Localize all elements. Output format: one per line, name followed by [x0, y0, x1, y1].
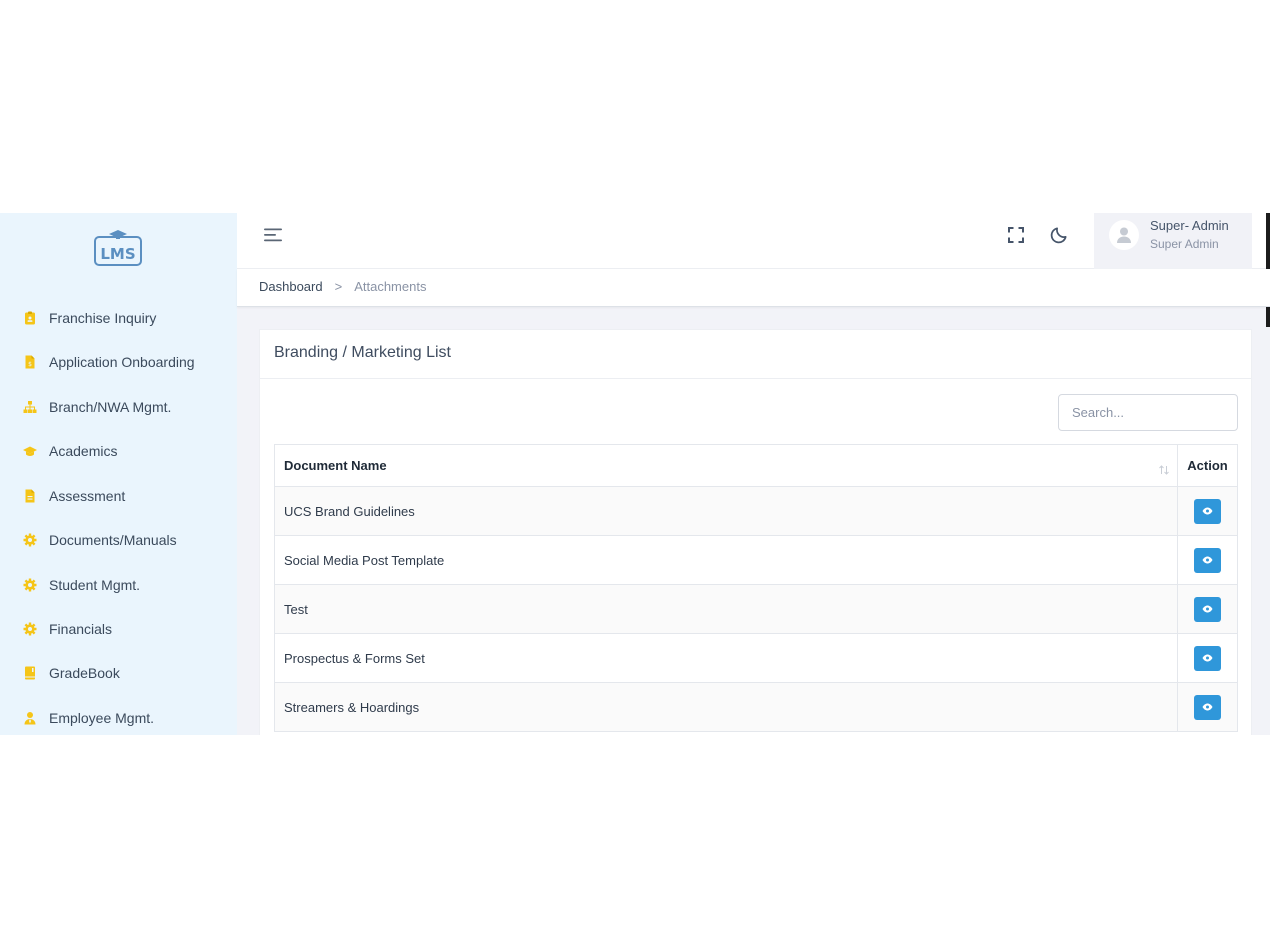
sidebar-item-label: Student Mgmt.: [49, 577, 141, 593]
table-header-row: Document Name Action: [274, 444, 1238, 487]
eye-icon: [1202, 507, 1213, 515]
user-name: Super- Admin: [1150, 218, 1229, 233]
app-window: LMS Franchise Inquiry $ Application Onbo…: [0, 213, 1270, 735]
column-header-action: Action: [1177, 444, 1238, 487]
sitemap-icon: [22, 399, 38, 415]
sidebar-item-assessment[interactable]: Assessment: [0, 476, 237, 516]
gear-icon: [22, 532, 38, 548]
logo-text: LMS: [100, 245, 135, 263]
sidebar-item-student-mgmt[interactable]: Student Mgmt.: [0, 565, 237, 605]
eye-icon: [1202, 703, 1213, 711]
sidebar-item-franchise-inquiry[interactable]: Franchise Inquiry: [0, 298, 237, 338]
eye-icon: [1202, 654, 1213, 662]
document-name-cell: Prospectus & Forms Set: [274, 633, 1178, 683]
action-cell: [1177, 584, 1238, 634]
view-document-button[interactable]: [1194, 547, 1221, 573]
sidebar-item-branch-nwa-mgmt[interactable]: Branch/NWA Mgmt.: [0, 387, 237, 427]
file-invoice-icon: $: [22, 354, 38, 370]
document-name-cell: Test: [274, 584, 1178, 634]
document-name-cell: Streamers & Hoardings: [274, 682, 1178, 732]
table-row: Streamers & Hoardings: [274, 682, 1238, 732]
documents-table: Document Name Action UCS Brand Guideline…: [274, 444, 1238, 732]
lms-logo[interactable]: LMS: [93, 229, 143, 269]
action-cell: [1177, 486, 1238, 536]
file-text-icon: [22, 488, 38, 504]
sidebar-item-label: Application Onboarding: [49, 354, 195, 370]
action-cell: [1177, 535, 1238, 585]
column-header-label: Document Name: [284, 458, 387, 473]
table-row: Social Media Post Template: [274, 535, 1238, 585]
sidebar-item-label: Branch/NWA Mgmt.: [49, 399, 172, 415]
card-divider: [260, 378, 1251, 379]
view-document-button[interactable]: [1194, 645, 1221, 671]
sidebar-item-label: Assessment: [49, 488, 126, 504]
breadcrumb-separator: >: [334, 279, 343, 294]
sidebar-item-label: Academics: [49, 443, 118, 459]
table-row: UCS Brand Guidelines: [274, 486, 1238, 536]
clipboard-user-icon: [22, 310, 38, 326]
sidebar-item-label: Financials: [49, 621, 113, 637]
table-row: Test: [274, 584, 1238, 634]
document-name-cell: UCS Brand Guidelines: [274, 486, 1178, 536]
book-icon: [22, 665, 38, 681]
view-document-button[interactable]: [1194, 596, 1221, 622]
user-tie-icon: [22, 710, 38, 726]
sidebar-item-academics[interactable]: Academics: [0, 431, 237, 471]
sidebar-item-documents-manuals[interactable]: Documents/Manuals: [0, 520, 237, 560]
card-title: Branding / Marketing List: [274, 344, 451, 361]
sidebar-item-financials[interactable]: Financials: [0, 609, 237, 649]
user-profile-menu[interactable]: Super- Admin Super Admin: [1094, 213, 1252, 269]
user-role: Super Admin: [1150, 237, 1219, 251]
sidebar-item-label: Employee Mgmt.: [49, 710, 155, 726]
fullscreen-icon[interactable]: [1007, 226, 1025, 244]
breadcrumb: Dashboard > Attachments: [259, 279, 426, 294]
breadcrumb-dashboard-link[interactable]: Dashboard: [259, 279, 323, 294]
sidebar-item-employee-mgmt[interactable]: Employee Mgmt.: [0, 698, 237, 735]
breadcrumb-bar: Dashboard > Attachments: [237, 269, 1270, 307]
document-name-cell: Social Media Post Template: [274, 535, 1178, 585]
graduation-cap-icon: [22, 443, 38, 459]
sidebar-item-gradebook[interactable]: GradeBook: [0, 653, 237, 693]
view-document-button[interactable]: [1194, 694, 1221, 720]
sidebar-item-label: GradeBook: [49, 665, 120, 681]
avatar: [1109, 220, 1139, 250]
eye-icon: [1202, 605, 1213, 613]
top-header: Super- Admin Super Admin: [237, 213, 1270, 269]
column-header-document-name[interactable]: Document Name: [274, 444, 1178, 487]
branding-list-card: Branding / Marketing List Document Name …: [259, 329, 1252, 735]
action-cell: [1177, 633, 1238, 683]
view-document-button[interactable]: [1194, 498, 1221, 524]
sidebar-item-application-onboarding[interactable]: $ Application Onboarding: [0, 342, 237, 382]
eye-icon: [1202, 556, 1213, 564]
sidebar-item-label: Franchise Inquiry: [49, 310, 157, 326]
sort-icon[interactable]: [1158, 464, 1170, 476]
sidebar: LMS Franchise Inquiry $ Application Onbo…: [0, 213, 237, 735]
breadcrumb-current-page: Attachments: [354, 279, 427, 294]
user-icon: [1117, 227, 1131, 243]
menu-toggle-icon[interactable]: [263, 227, 285, 243]
sidebar-item-label: Documents/Manuals: [49, 532, 177, 548]
action-cell: [1177, 682, 1238, 732]
gear-icon: [22, 621, 38, 637]
svg-text:$: $: [28, 361, 32, 368]
search-input[interactable]: [1058, 394, 1238, 431]
table-row: Prospectus & Forms Set: [274, 633, 1238, 683]
moon-icon[interactable]: [1050, 225, 1069, 244]
gear-icon: [22, 577, 38, 593]
